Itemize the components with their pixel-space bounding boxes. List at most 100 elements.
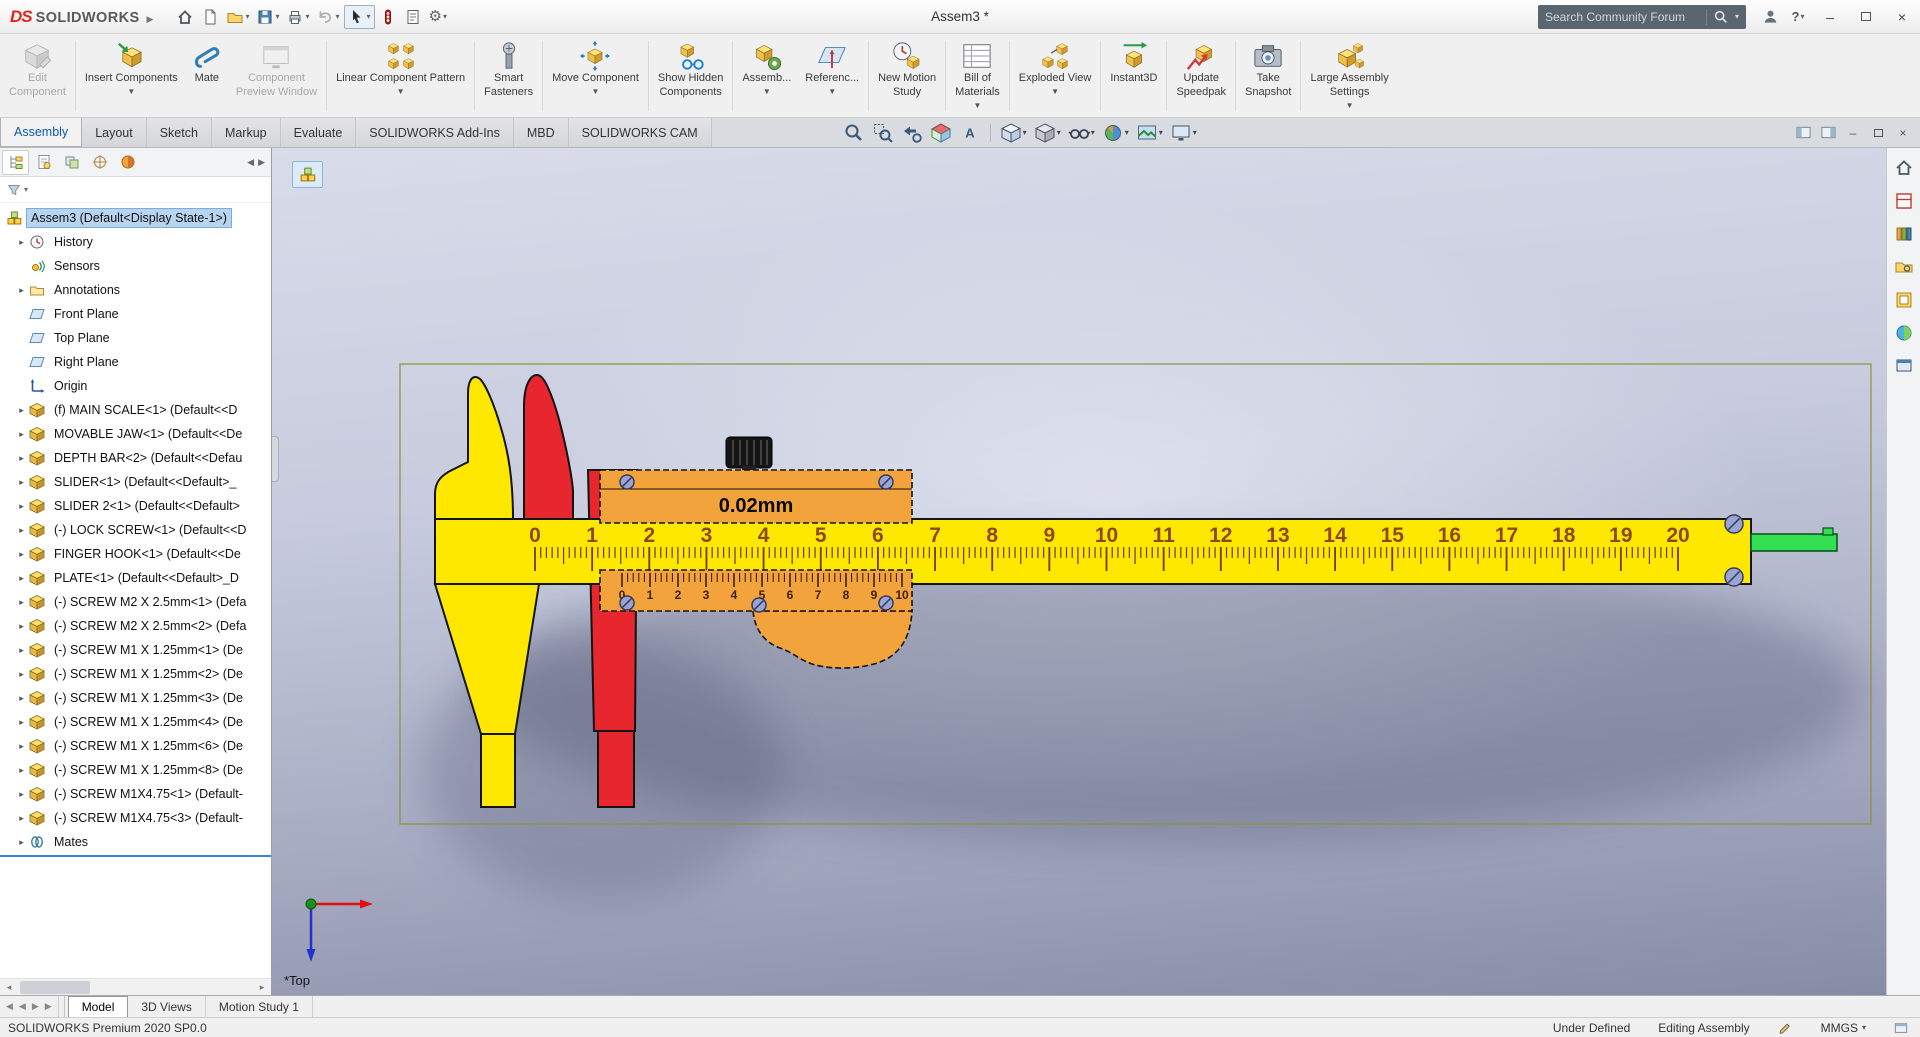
expand-arrow-icon[interactable]: ▸ [14, 645, 29, 656]
panel-tab-configurationmanager[interactable] [58, 150, 85, 175]
edit-appearance-button[interactable]: ▾ [1099, 120, 1132, 146]
tree-item-7[interactable]: Origin [0, 374, 271, 398]
tree-item-12[interactable]: ▸ SLIDER 2<1> (Default<<Default> [0, 494, 271, 518]
tree-item-24[interactable]: ▸ (-) SCREW M1X4.75<1> (Default- [0, 782, 271, 806]
dropdown-arrow-icon[interactable]: ▾ [275, 12, 279, 21]
units-selector[interactable]: MMGS ▾ [1821, 1021, 1866, 1035]
expand-arrow-icon[interactable]: ▸ [14, 453, 29, 464]
bottom-tab-model[interactable]: Model [67, 996, 129, 1017]
expand-arrow-icon[interactable]: ▸ [14, 837, 29, 848]
expand-arrow-icon[interactable]: ▸ [14, 717, 29, 728]
display-pane-right-icon[interactable] [1817, 123, 1839, 143]
dropdown-arrow-icon[interactable]: ▾ [1023, 128, 1027, 137]
panel-tab-propertymanager[interactable] [30, 150, 57, 175]
ribbon-linear-component-pattern-button[interactable]: Linear Component Pattern ▼ [329, 37, 472, 115]
search-input[interactable]: Search Community Forum ▾ [1538, 4, 1746, 29]
ribbon-insert-components-button[interactable]: Insert Components ▼ [78, 37, 185, 115]
filter-dropdown-icon[interactable]: ▾ [24, 185, 28, 194]
tab-solidworks-cam[interactable]: SOLIDWORKS CAM [568, 118, 712, 147]
panel-scroll-left-icon[interactable]: ◀ [247, 157, 254, 168]
flyout-arrow-icon[interactable]: ▼ [1051, 87, 1059, 97]
tree-item-0[interactable]: Assem3 (Default<Display State-1>) [0, 206, 271, 230]
dropdown-arrow-icon[interactable]: ▾ [1057, 128, 1061, 137]
previous-view-button[interactable] [898, 120, 926, 146]
expand-arrow-icon[interactable]: ▸ [14, 573, 29, 584]
bottom-tab-3d-views[interactable]: 3D Views [128, 996, 206, 1017]
units-dropdown-icon[interactable]: ▾ [1862, 1023, 1866, 1032]
expand-arrow-icon[interactable]: ▸ [14, 741, 29, 752]
display-pane-left-icon[interactable] [1792, 123, 1814, 143]
flyout-arrow-icon[interactable]: ▼ [828, 87, 836, 97]
window-close-button[interactable]: × [1884, 0, 1920, 33]
window-restore-button[interactable] [1848, 0, 1884, 33]
graphics-viewport[interactable]: 0 1 2 3 4 5 6 7 8 9 10 11 12 13 14 15 16 17 18 19 20 0.02mm [272, 148, 1886, 995]
dropdown-arrow-icon[interactable]: ▾ [1193, 128, 1197, 137]
bottom-tab-motion-study-1[interactable]: Motion Study 1 [206, 996, 313, 1017]
tree-item-16[interactable]: ▸ (-) SCREW M2 X 2.5mm<1> (Defa [0, 590, 271, 614]
caliper-model[interactable]: 0 1 2 3 4 5 6 7 8 9 10 11 12 13 14 15 16 17 18 19 20 0.02mm [272, 148, 1886, 995]
qat-open-button[interactable]: ▾ [223, 6, 252, 28]
tree-item-6[interactable]: Right Plane [0, 350, 271, 374]
expand-arrow-icon[interactable]: ▸ [14, 501, 29, 512]
tree-item-1[interactable]: ▸ History [0, 230, 271, 254]
dropdown-arrow-icon[interactable]: ▾ [1091, 128, 1095, 137]
tree-item-19[interactable]: ▸ (-) SCREW M1 X 1.25mm<2> (De [0, 662, 271, 686]
expand-arrow-icon[interactable]: ▸ [14, 405, 29, 416]
tree-item-25[interactable]: ▸ (-) SCREW M1X4.75<3> (Default- [0, 806, 271, 830]
tree-item-13[interactable]: ▸ (-) LOCK SCREW<1> (Default<<D [0, 518, 271, 542]
tab-assembly[interactable]: Assembly [0, 118, 83, 147]
expand-arrow-icon[interactable]: ▸ [14, 621, 29, 632]
tree-item-15[interactable]: ▸ PLATE<1> (Default<<Default>_D [0, 566, 271, 590]
qat-select-button[interactable]: ▾ [343, 4, 375, 29]
expand-arrow-icon[interactable]: ▸ [14, 789, 29, 800]
qat-undo-button[interactable]: ▾ [313, 6, 342, 28]
dropdown-arrow-icon[interactable]: ▾ [443, 12, 447, 21]
tree-item-17[interactable]: ▸ (-) SCREW M2 X 2.5mm<2> (Defa [0, 614, 271, 638]
expand-arrow-icon[interactable]: ▸ [14, 525, 29, 536]
dynamic-annotation-views-button[interactable]: A [956, 120, 984, 146]
taskpane-appearances-scenes-icon[interactable] [1891, 321, 1917, 345]
tree-item-18[interactable]: ▸ (-) SCREW M1 X 1.25mm<1> (De [0, 638, 271, 662]
help-button[interactable]: ? ▾ [1784, 0, 1812, 33]
ribbon-referenc-button[interactable]: Referenc... ▼ [798, 37, 866, 115]
qat-home-button[interactable] [173, 6, 197, 28]
scroll-right-icon[interactable]: ▸ [253, 982, 271, 993]
depth-bar[interactable] [1750, 527, 1838, 552]
dropdown-arrow-icon[interactable]: ▾ [1159, 128, 1163, 137]
expand-arrow-icon[interactable]: ▸ [14, 669, 29, 680]
user-account-icon[interactable] [1756, 0, 1784, 33]
ribbon-smart-fasteners-button[interactable]: Smart Fasteners [477, 37, 540, 115]
tree-item-2[interactable]: Sensors [0, 254, 271, 278]
panel-tab-displaymanager[interactable] [114, 150, 141, 175]
tab-scroll-prev-icon[interactable]: ◀ [19, 1001, 26, 1012]
panel-splitter-handle[interactable] [272, 436, 279, 482]
taskpane-design-library-icon[interactable] [1891, 222, 1917, 246]
ribbon-take-snapshot-button[interactable]: Take Snapshot [1238, 37, 1298, 115]
tree-item-9[interactable]: ▸ MOVABLE JAW<1> (Default<<De [0, 422, 271, 446]
tab-sketch[interactable]: Sketch [146, 118, 212, 147]
scroll-left-icon[interactable]: ◂ [0, 982, 18, 993]
ribbon-instant3d-button[interactable]: Instant3D [1103, 37, 1164, 115]
qat-options-button[interactable]: ⚙ ▾ [426, 7, 450, 26]
tree-item-14[interactable]: ▸ FINGER HOOK<1> (Default<<De [0, 542, 271, 566]
tree-item-21[interactable]: ▸ (-) SCREW M1 X 1.25mm<4> (De [0, 710, 271, 734]
tab-scroll-last-icon[interactable]: ▶ [45, 1001, 52, 1012]
expand-arrow-icon[interactable]: ▸ [14, 765, 29, 776]
hide-show-items-button[interactable]: ▾ [1065, 120, 1098, 146]
section-view-button[interactable] [927, 120, 955, 146]
menu-expand-icon[interactable]: ▶ [147, 14, 154, 25]
tree-item-26[interactable]: ▸ Mates [0, 830, 271, 854]
tab-layout[interactable]: Layout [82, 118, 147, 147]
ribbon-large-assembly-settings-button[interactable]: Large Assembly Settings ▼ [1303, 37, 1395, 115]
dropdown-arrow-icon[interactable]: ▾ [305, 12, 309, 21]
window-minimize-button[interactable]: – [1812, 0, 1848, 33]
tree-item-20[interactable]: ▸ (-) SCREW M1 X 1.25mm<3> (De [0, 686, 271, 710]
flyout-arrow-icon[interactable]: ▼ [1346, 101, 1354, 111]
expand-arrow-icon[interactable]: ▸ [14, 693, 29, 704]
slider-assembly[interactable]: 0.02mm [599, 436, 913, 524]
view-orientation-button[interactable]: ▾ [997, 120, 1030, 146]
viewport-document-tab[interactable] [292, 161, 323, 188]
tree-item-22[interactable]: ▸ (-) SCREW M1 X 1.25mm<6> (De [0, 734, 271, 758]
qat-file-properties-button[interactable] [401, 6, 425, 28]
scroll-track[interactable] [18, 979, 253, 995]
